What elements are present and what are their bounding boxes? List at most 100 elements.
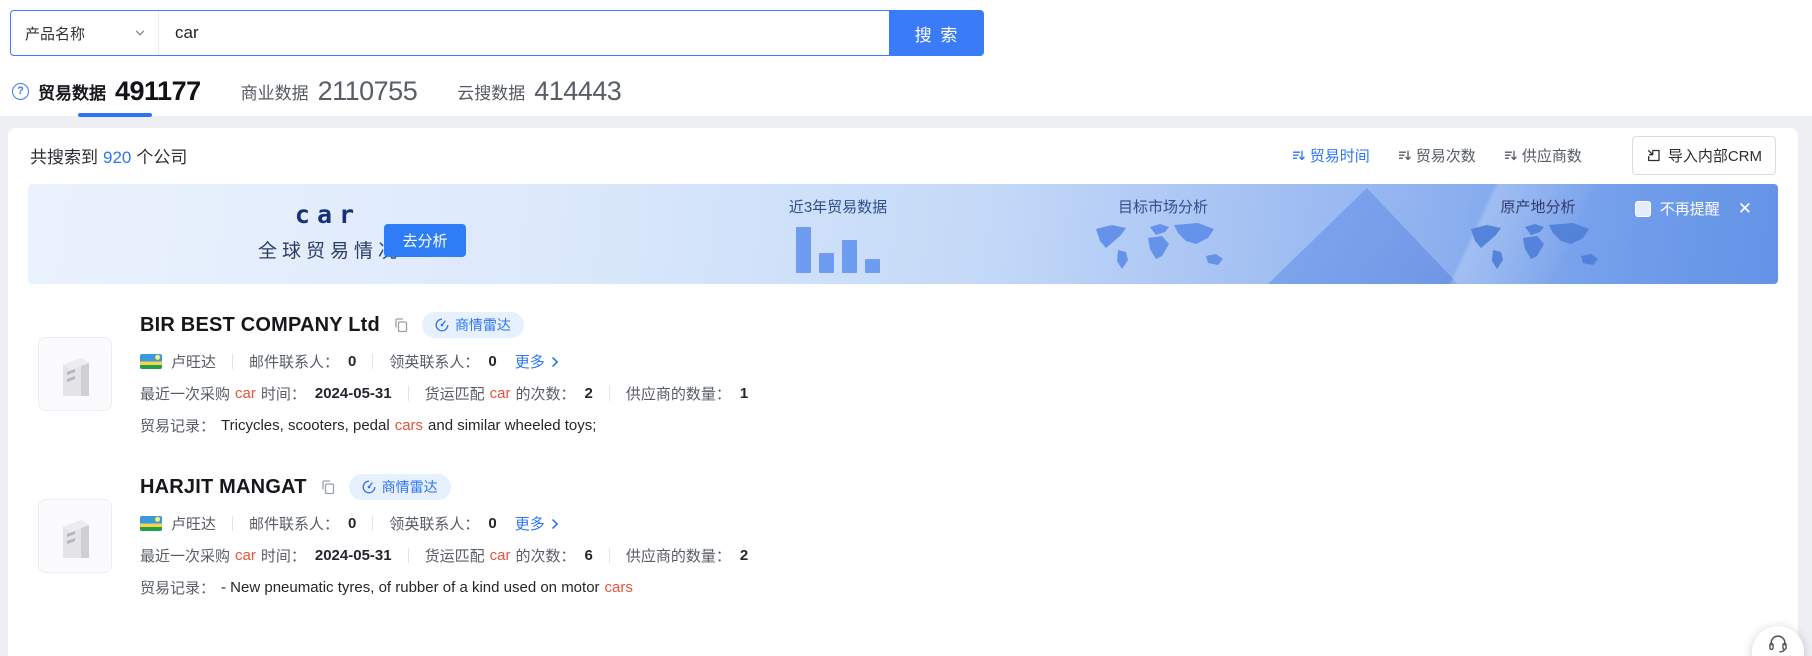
tab-label: 贸易数据 — [38, 79, 106, 104]
linkedin-contacts-value: 0 — [488, 353, 496, 370]
tab-trade-data[interactable]: ? 贸易数据 491177 — [12, 76, 201, 107]
tab-count: 491177 — [115, 76, 201, 107]
results-header: 共搜索到920个公司 贸易时间 贸易次数 供应商数 导入内部CRM — [8, 128, 1798, 182]
separator — [408, 386, 409, 401]
radar-icon — [362, 480, 376, 494]
chevron-right-icon — [549, 518, 561, 530]
keyword-highlight: car — [490, 547, 511, 564]
country-name: 卢旺达 — [171, 513, 216, 534]
freight-suffix: 的次数： — [515, 383, 575, 404]
more-link[interactable]: 更多 — [515, 351, 561, 372]
top-search-bar: 产品名称 搜 索 — [0, 0, 1812, 66]
feature-trade-label: 近3年贸易数据 — [748, 196, 928, 217]
search-input[interactable] — [159, 11, 889, 55]
sort-controls: 贸易时间 贸易次数 供应商数 导入内部CRM — [1292, 136, 1776, 175]
building-placeholder-icon — [54, 350, 96, 398]
sort-trade-time[interactable]: 贸易时间 — [1292, 145, 1370, 166]
chevron-right-icon — [549, 356, 561, 368]
sort-supplier-count[interactable]: 供应商数 — [1504, 145, 1582, 166]
bar — [865, 259, 880, 273]
radar-icon — [435, 318, 449, 332]
close-icon[interactable]: ✕ — [1738, 200, 1752, 217]
banner-dismiss: 不再提醒 ✕ — [1635, 198, 1752, 219]
linkedin-contacts-label: 领英联系人： — [389, 513, 479, 534]
country-name: 卢旺达 — [171, 351, 216, 372]
business-radar-badge[interactable]: 商情雷达 — [349, 474, 451, 500]
more-link[interactable]: 更多 — [515, 513, 561, 534]
search-row: 产品名称 搜 索 — [10, 10, 1812, 56]
business-radar-badge[interactable]: 商情雷达 — [422, 312, 524, 338]
import-icon — [1646, 148, 1661, 163]
product-category-select[interactable]: 产品名称 — [11, 11, 159, 55]
results-panel: 共搜索到920个公司 贸易时间 贸易次数 供应商数 导入内部CRM — [8, 128, 1798, 656]
keyword-highlight: car — [490, 385, 511, 402]
company-card: HARJIT MANGAT 商情雷达 卢旺达 邮件联系人： 0 — [38, 472, 1798, 598]
copy-icon[interactable] — [320, 479, 336, 495]
separator — [232, 516, 233, 531]
mini-bar-chart — [748, 225, 928, 273]
linkedin-contacts-value: 0 — [488, 515, 496, 532]
freight-suffix: 的次数： — [515, 545, 575, 566]
dismiss-label: 不再提醒 — [1660, 198, 1720, 219]
results-count-text: 共搜索到920个公司 — [30, 143, 187, 168]
banner-keyword-block: car 全球贸易情况 — [258, 200, 398, 263]
tab-label: 云搜数据 — [457, 79, 525, 104]
contact-row: 卢旺达 邮件联系人： 0 领英联系人： 0 更多 — [140, 513, 748, 534]
sort-icon — [1398, 149, 1411, 162]
tab-count: 414443 — [534, 76, 621, 107]
go-analyze-button[interactable]: 去分析 — [384, 224, 466, 257]
purchase-suffix: 时间： — [261, 383, 306, 404]
company-name[interactable]: HARJIT MANGAT — [140, 476, 307, 499]
freight-count: 6 — [584, 547, 592, 564]
separator — [372, 516, 373, 531]
dismiss-checkbox[interactable] — [1635, 201, 1651, 217]
trade-stats-row: 最近一次采购 car 时间： 2024-05-31 货运匹配 car 的次数： … — [140, 383, 748, 404]
tab-cloud-search-data[interactable]: 云搜数据 414443 — [457, 76, 621, 107]
tab-count: 2110755 — [318, 76, 418, 107]
copy-icon[interactable] — [393, 317, 409, 333]
more-label: 更多 — [515, 513, 545, 534]
building-placeholder-icon — [54, 512, 96, 560]
import-crm-button[interactable]: 导入内部CRM — [1632, 136, 1776, 175]
feature-origin-analysis: 原产地分析 — [1448, 196, 1628, 278]
feature-origin-label: 原产地分析 — [1448, 196, 1628, 217]
email-contacts-label: 邮件联系人： — [249, 351, 339, 372]
company-list: BIR BEST COMPANY Ltd 商情雷达 卢旺达 邮件联系人： 0 — [8, 284, 1798, 598]
supplier-count: 2 — [740, 547, 748, 564]
supplier-label: 供应商的数量： — [626, 383, 731, 404]
contact-row: 卢旺达 邮件联系人： 0 领英联系人： 0 更多 — [140, 351, 748, 372]
separator — [609, 386, 610, 401]
trade-record-row: 贸易记录： - New pneumatic tyres, of rubber o… — [140, 577, 748, 598]
more-label: 更多 — [515, 351, 545, 372]
sort-icon — [1292, 149, 1305, 162]
record-text: - New pneumatic tyres, of rubber of a ki… — [221, 579, 600, 596]
banner-keyword: car — [258, 200, 398, 229]
data-tabs: ? 贸易数据 491177 商业数据 2110755 云搜数据 414443 — [0, 66, 1812, 116]
linkedin-contacts-label: 领英联系人： — [389, 351, 479, 372]
question-circle-icon[interactable]: ? — [12, 83, 29, 100]
search-button[interactable]: 搜 索 — [890, 10, 984, 56]
email-contacts-label: 邮件联系人： — [249, 513, 339, 534]
supplier-label: 供应商的数量： — [626, 545, 731, 566]
sort-label: 供应商数 — [1522, 145, 1582, 166]
sort-label: 贸易次数 — [1416, 145, 1476, 166]
separator — [609, 548, 610, 563]
sort-trade-count[interactable]: 贸易次数 — [1398, 145, 1476, 166]
record-keyword: cars — [605, 579, 633, 596]
banner-subtitle: 全球贸易情况 — [258, 236, 398, 263]
headset-icon — [1767, 632, 1789, 654]
separator — [232, 354, 233, 369]
purchase-date: 2024-05-31 — [315, 385, 392, 402]
sort-label: 贸易时间 — [1310, 145, 1370, 166]
tab-business-data[interactable]: 商业数据 2110755 — [241, 76, 418, 107]
purchase-prefix: 最近一次采购 — [140, 545, 230, 566]
bar — [796, 227, 811, 273]
analysis-banner: car 全球贸易情况 去分析 近3年贸易数据 目标市场分析 — [28, 184, 1778, 284]
supplier-count: 1 — [740, 385, 748, 402]
purchase-date: 2024-05-31 — [315, 547, 392, 564]
feature-trade-data: 近3年贸易数据 — [748, 196, 928, 273]
company-details: BIR BEST COMPANY Ltd 商情雷达 卢旺达 邮件联系人： 0 — [140, 310, 748, 436]
company-name[interactable]: BIR BEST COMPANY Ltd — [140, 314, 380, 337]
record-tail: and similar wheeled toys; — [428, 417, 596, 434]
company-thumbnail — [38, 337, 112, 411]
